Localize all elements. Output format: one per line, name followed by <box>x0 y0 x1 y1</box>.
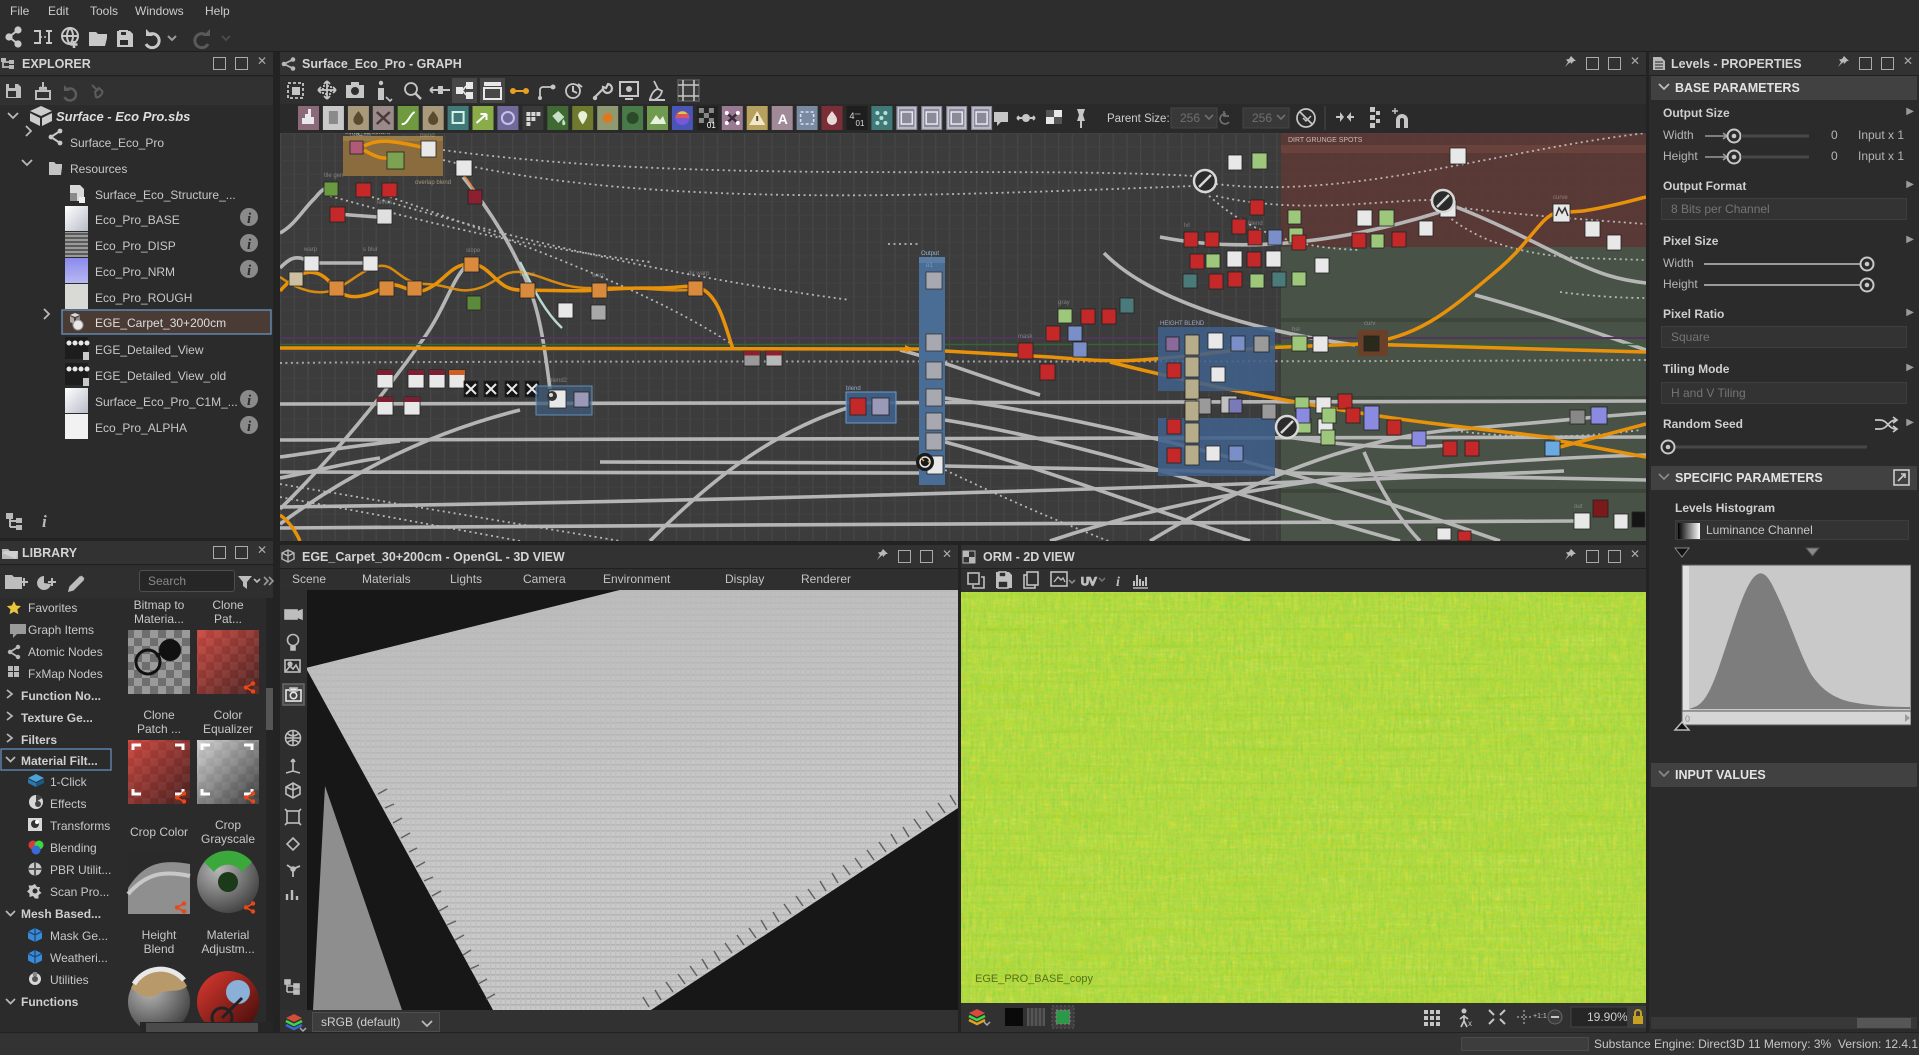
svg-text:o1: o1 <box>926 263 933 269</box>
svg-text:gray: gray <box>1058 300 1070 306</box>
svg-text:mask: mask <box>1018 334 1033 340</box>
svg-text:s blur: s blur <box>363 247 378 253</box>
svg-text:Parent Size:: Parent Size: <box>1107 113 1170 125</box>
svg-text:19.90%: 19.90% <box>1587 1010 1628 1024</box>
svg-text:0: 0 <box>1685 714 1690 724</box>
svg-text:slope: slope <box>466 248 481 254</box>
svg-text:HEIGHT BLEND: HEIGHT BLEND <box>1160 321 1205 327</box>
svg-text:overlap blend: overlap blend <box>415 180 451 186</box>
svg-text:tile gen: tile gen <box>324 173 343 179</box>
svg-text:curv: curv <box>1364 321 1375 327</box>
svg-text:Output: Output <box>921 251 939 257</box>
svg-text:DIRT GRUNGE SPOTS: DIRT GRUNGE SPOTS <box>1288 137 1363 144</box>
svg-text:i: i <box>42 512 47 531</box>
svg-text:A: A <box>778 111 788 127</box>
svg-text:01: 01 <box>856 119 865 128</box>
svg-text:01: 01 <box>707 121 716 130</box>
svg-text:blend: blend <box>846 386 861 392</box>
svg-text:EGE_PRO_BASE_copy: EGE_PRO_BASE_copy <box>975 973 1094 985</box>
svg-text:256: 256 <box>1180 111 1200 125</box>
svg-text:i: i <box>1116 575 1120 590</box>
svg-text:out: out <box>1574 504 1583 510</box>
svg-text:dir warp: dir warp <box>688 271 710 277</box>
svg-text:warp: warp <box>591 273 606 279</box>
svg-text:rand tile: rand tile <box>350 133 372 138</box>
svg-text:levels: levels <box>377 200 392 206</box>
svg-text:lvl: lvl <box>1184 223 1190 229</box>
svg-text:hsl: hsl <box>1292 327 1300 333</box>
svg-text:256: 256 <box>1252 111 1272 125</box>
svg-text:4: 4 <box>850 111 855 121</box>
svg-text:+1:1: +1:1 <box>1533 1013 1547 1020</box>
svg-text:blend2: blend2 <box>549 378 568 384</box>
svg-text:curve: curve <box>1553 195 1568 201</box>
svg-text:blend: blend <box>1248 221 1263 227</box>
svg-text:warp: warp <box>303 247 318 253</box>
svg-text:blend: blend <box>520 272 535 278</box>
svg-text:blend: blend <box>420 133 435 139</box>
svg-text:UV: UV <box>1081 576 1097 588</box>
svg-text:x: x <box>1468 1019 1472 1028</box>
